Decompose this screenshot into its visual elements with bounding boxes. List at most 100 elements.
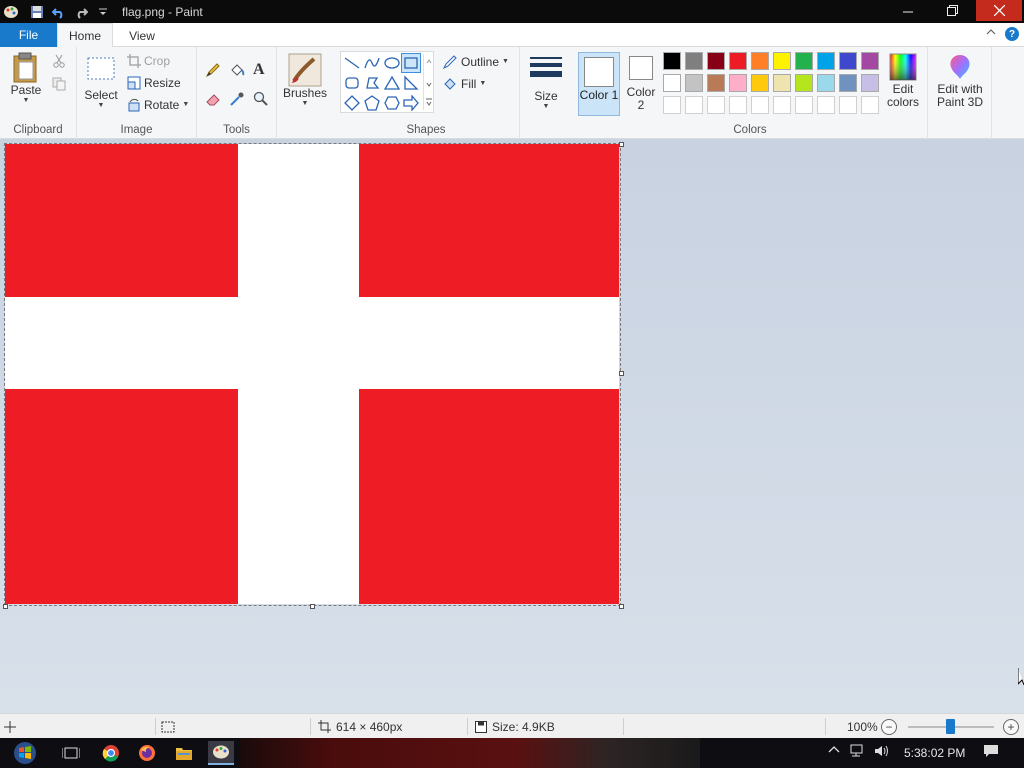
fill-button[interactable]: Fill ▼ xyxy=(442,76,486,92)
outline-button[interactable]: Outline ▼ xyxy=(442,54,509,70)
palette-color-swatch[interactable] xyxy=(685,74,703,92)
hexagon-shape-icon[interactable] xyxy=(382,93,402,113)
pencil-tool[interactable] xyxy=(205,62,221,78)
zoom-slider-thumb[interactable] xyxy=(946,719,955,734)
save-icon[interactable] xyxy=(28,3,46,21)
text-tool-icon[interactable]: A xyxy=(253,61,265,79)
palette-color-swatch[interactable] xyxy=(861,74,879,92)
brushes-button[interactable]: Brushes ▼ xyxy=(281,53,329,108)
diamond-shape-icon[interactable] xyxy=(342,93,362,113)
palette-color-swatch[interactable] xyxy=(773,74,791,92)
paint-app-icon[interactable] xyxy=(2,4,20,20)
clock-time[interactable]: 5:38:02 PM xyxy=(904,746,965,760)
rotate-dropdown-icon[interactable]: ▼ xyxy=(182,101,189,109)
rotate-button[interactable]: Rotate ▼ xyxy=(127,98,189,112)
shapes-scroll[interactable] xyxy=(423,54,433,110)
tab-view[interactable]: View xyxy=(116,23,168,48)
line-shape-icon[interactable] xyxy=(342,53,362,73)
collapse-ribbon-icon[interactable] xyxy=(986,28,996,39)
paint-taskbar-icon[interactable] xyxy=(208,741,234,765)
palette-color-swatch[interactable] xyxy=(663,96,681,114)
image-canvas[interactable] xyxy=(5,144,619,604)
palette-color-swatch[interactable] xyxy=(861,96,879,114)
action-center-icon[interactable] xyxy=(983,744,999,761)
resize-handle-top-right[interactable] xyxy=(619,142,624,147)
palette-color-swatch[interactable] xyxy=(707,52,725,70)
redo-icon[interactable] xyxy=(72,3,90,21)
palette-color-swatch[interactable] xyxy=(839,96,857,114)
right-arrow-shape-icon[interactable] xyxy=(401,93,421,113)
color2-button[interactable]: Color 2 xyxy=(623,56,659,112)
polygon-shape-icon[interactable] xyxy=(362,73,382,93)
start-button[interactable] xyxy=(8,741,42,765)
rounded-rectangle-shape-icon[interactable] xyxy=(342,73,362,93)
zoom-out-button[interactable]: − xyxy=(881,719,897,735)
paste-button[interactable]: Paste ▼ xyxy=(6,52,46,105)
task-view-icon[interactable] xyxy=(58,741,84,765)
firefox-icon[interactable] xyxy=(134,741,160,765)
size-dropdown-icon[interactable]: ▼ xyxy=(543,103,550,111)
palette-color-swatch[interactable] xyxy=(751,96,769,114)
tab-file[interactable]: File xyxy=(0,23,57,47)
volume-icon[interactable] xyxy=(874,744,890,761)
restore-button[interactable] xyxy=(930,0,974,21)
palette-color-swatch[interactable] xyxy=(663,52,681,70)
palette-color-swatch[interactable] xyxy=(817,52,835,70)
minimize-button[interactable] xyxy=(886,0,930,21)
color-picker-tool[interactable] xyxy=(229,91,245,107)
palette-color-swatch[interactable] xyxy=(839,74,857,92)
palette-color-swatch[interactable] xyxy=(685,96,703,114)
oval-shape-icon[interactable] xyxy=(382,53,402,73)
palette-color-swatch[interactable] xyxy=(707,74,725,92)
resize-button[interactable]: Resize xyxy=(127,76,181,90)
palette-color-swatch[interactable] xyxy=(795,74,813,92)
eraser-tool[interactable] xyxy=(205,91,221,107)
resize-handle-bottom-left[interactable] xyxy=(3,604,8,609)
network-icon[interactable] xyxy=(850,744,866,761)
edit-paint3d-button[interactable]: Edit with Paint 3D xyxy=(932,53,988,109)
palette-color-swatch[interactable] xyxy=(663,74,681,92)
triangle-shape-icon[interactable] xyxy=(382,73,402,93)
right-triangle-shape-icon[interactable] xyxy=(401,73,421,93)
palette-color-swatch[interactable] xyxy=(817,96,835,114)
select-button[interactable]: Select ▼ xyxy=(83,55,119,110)
paste-dropdown-icon[interactable]: ▼ xyxy=(23,97,30,105)
palette-color-swatch[interactable] xyxy=(751,74,769,92)
resize-handle-bottom[interactable] xyxy=(310,604,315,609)
fill-tool[interactable] xyxy=(229,62,245,78)
rectangle-shape-icon[interactable] xyxy=(401,53,421,73)
curve-shape-icon[interactable] xyxy=(362,53,382,73)
show-hidden-icons-icon[interactable] xyxy=(828,744,840,759)
copy-button[interactable] xyxy=(52,77,66,91)
select-dropdown-icon[interactable]: ▼ xyxy=(98,102,105,110)
palette-color-swatch[interactable] xyxy=(773,52,791,70)
close-button[interactable] xyxy=(976,0,1022,21)
fill-dropdown-icon[interactable]: ▼ xyxy=(479,80,486,88)
magnifier-tool[interactable] xyxy=(253,91,269,107)
customize-qat-icon[interactable] xyxy=(94,3,112,21)
palette-color-swatch[interactable] xyxy=(795,96,813,114)
zoom-in-button[interactable]: + xyxy=(1003,719,1019,735)
pentagon-shape-icon[interactable] xyxy=(362,93,382,113)
help-icon[interactable]: ? xyxy=(1005,27,1019,41)
palette-color-swatch[interactable] xyxy=(685,52,703,70)
palette-color-swatch[interactable] xyxy=(707,96,725,114)
palette-color-swatch[interactable] xyxy=(839,52,857,70)
crop-button[interactable]: Crop xyxy=(127,54,170,68)
palette-color-swatch[interactable] xyxy=(773,96,791,114)
palette-color-swatch[interactable] xyxy=(795,52,813,70)
outline-dropdown-icon[interactable]: ▼ xyxy=(502,58,509,66)
cut-button[interactable] xyxy=(52,54,66,68)
canvas-workspace[interactable] xyxy=(0,139,1024,713)
palette-color-swatch[interactable] xyxy=(729,96,747,114)
palette-color-swatch[interactable] xyxy=(751,52,769,70)
undo-icon[interactable] xyxy=(50,3,68,21)
palette-color-swatch[interactable] xyxy=(861,52,879,70)
file-explorer-icon[interactable] xyxy=(171,741,197,765)
palette-color-swatch[interactable] xyxy=(817,74,835,92)
edit-colors-button[interactable]: Edit colors xyxy=(883,53,923,109)
palette-color-swatch[interactable] xyxy=(729,74,747,92)
palette-color-swatch[interactable] xyxy=(729,52,747,70)
size-button[interactable]: Size ▼ xyxy=(528,55,564,111)
resize-handle-right[interactable] xyxy=(619,371,624,376)
